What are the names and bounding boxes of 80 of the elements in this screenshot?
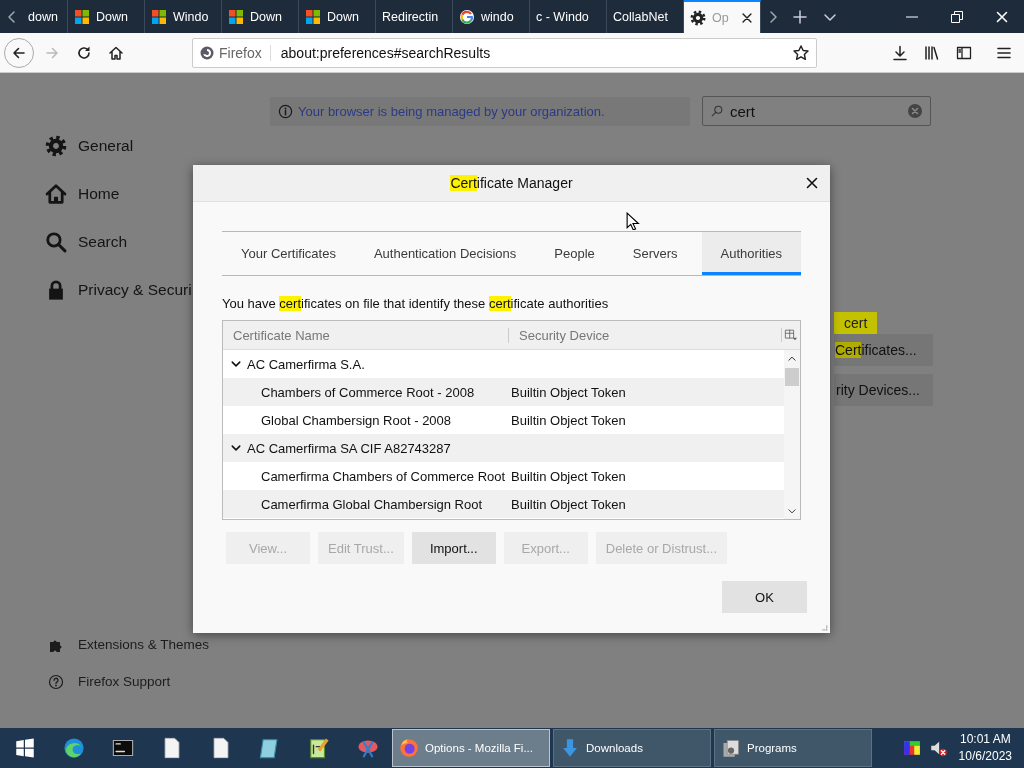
address-bar[interactable]: Firefox about:preferences#searchResults (192, 37, 817, 68)
footer-link[interactable]: Extensions & Themes (48, 626, 270, 663)
color-tray-icon[interactable] (902, 739, 921, 757)
column-picker-icon[interactable] (781, 328, 798, 342)
muted-speaker-icon[interactable] (928, 739, 947, 757)
dialog-tab[interactable]: Your Certificates (222, 232, 355, 275)
table-cell-text: Global Chambersign Root - 2008 (260, 412, 453, 428)
preferences-button[interactable]: rity Devices... (834, 374, 933, 406)
tree-row[interactable]: AC Camerfirma SA CIF A82743287 (223, 434, 784, 462)
text-editor-icon[interactable] (307, 737, 330, 759)
taskbar-window-button[interactable]: Programs (714, 729, 872, 767)
windows-logo-icon (228, 8, 244, 25)
search-icon (710, 104, 724, 118)
browser-icon (399, 738, 419, 758)
scroll-down-icon[interactable] (787, 506, 797, 516)
tree-row[interactable]: Global Chambersign Root - 2008 Builtin Object Token (223, 406, 784, 434)
taskbar-window-button[interactable]: Downloads (553, 729, 711, 767)
clock-date[interactable]: 10/6/2023 (958, 748, 1012, 765)
bookmark-star-icon[interactable] (792, 43, 810, 62)
browser-icon[interactable] (62, 737, 85, 759)
search-field[interactable]: cert (702, 96, 931, 126)
notice-text: Your browser is being managed by your organization. (298, 103, 605, 119)
home-icon (45, 183, 67, 205)
programs-icon (721, 738, 741, 758)
ok-button[interactable]: OK (722, 581, 807, 613)
clear-icon[interactable] (907, 103, 923, 119)
scissors-icon[interactable] (356, 737, 379, 759)
library-icon (924, 44, 940, 61)
colored-g-icon (459, 8, 475, 25)
dialog-button[interactable]: Import... (411, 532, 496, 564)
tree-row[interactable]: Camerfirma Chambers of Commerce Root Builtin Object Token (223, 462, 784, 490)
windows-logo-icon (305, 8, 321, 25)
table-cell: Builtin Object Token (511, 496, 626, 512)
help-icon (48, 673, 64, 690)
terminal-icon[interactable] (111, 737, 134, 759)
home-icon (108, 44, 124, 61)
reload-icon (76, 44, 92, 61)
url-text: about:preferences#searchResults (280, 44, 492, 61)
dialog-tab[interactable]: Authentication Decisions (354, 232, 536, 275)
table-cell-text: Chambers of Commerce Root - 2008 (260, 384, 476, 400)
tree-row[interactable]: AC Camerfirma S.A. (223, 350, 784, 378)
group-label: AC Camerfirma SA CIF A82743287 (223, 440, 451, 456)
tree-row[interactable]: Camerfirma Global Chambersign Root Builtin Object Token (223, 490, 784, 518)
dialog-tab[interactable]: Servers (613, 232, 697, 275)
table-cell: Builtin Object Token (511, 384, 626, 400)
windows-logo-icon (74, 8, 90, 25)
browser-logo-icon (199, 44, 215, 61)
download-icon (892, 44, 908, 61)
footer-link[interactable]: Firefox Support (48, 663, 270, 700)
tree-row[interactable]: Chambers of Commerce Root - 2008 Builtin Object Token (223, 378, 784, 406)
dialog-tab[interactable]: Authorities (701, 232, 801, 275)
group-label: AC Camerfirma S.A. (223, 356, 365, 372)
windows-logo-icon (151, 8, 167, 25)
info-icon (278, 103, 293, 119)
table-cell: Builtin Object Token (511, 412, 626, 428)
taskbar-window-button[interactable]: Options - Mozilla Fi... (392, 729, 550, 767)
scroll-up-icon[interactable] (787, 354, 797, 364)
identity-label[interactable]: Firefox (199, 44, 271, 61)
scrollbar[interactable] (784, 350, 800, 519)
close-icon[interactable] (804, 175, 820, 191)
table-cell: Builtin Object Token (511, 468, 626, 484)
scroll-thumb[interactable] (785, 368, 799, 386)
column-header[interactable]: Security Device (509, 327, 781, 343)
category-item[interactable]: General (45, 122, 270, 170)
search-highlight-tooltip: cert (834, 312, 878, 334)
start-icon[interactable] (14, 738, 35, 758)
gear-icon (690, 9, 706, 26)
table-cell-text: Camerfirma Chambers of Commerce Root (260, 468, 507, 484)
notepad-icon[interactable] (258, 737, 281, 759)
plus-icon (792, 8, 808, 25)
minimize-icon (905, 15, 918, 18)
clock-time[interactable]: 10:01 AM (959, 731, 1011, 748)
category-item[interactable]: Home (45, 170, 270, 218)
gear-icon (45, 135, 67, 157)
search-icon (45, 231, 67, 253)
table-cell-text: Camerfirma Global Chambersign Root (260, 496, 484, 512)
sidebar-icon (956, 44, 972, 61)
restore-icon (948, 8, 965, 25)
dialog-tab[interactable]: People (535, 232, 614, 275)
column-header[interactable]: Certificate Name (223, 327, 509, 343)
